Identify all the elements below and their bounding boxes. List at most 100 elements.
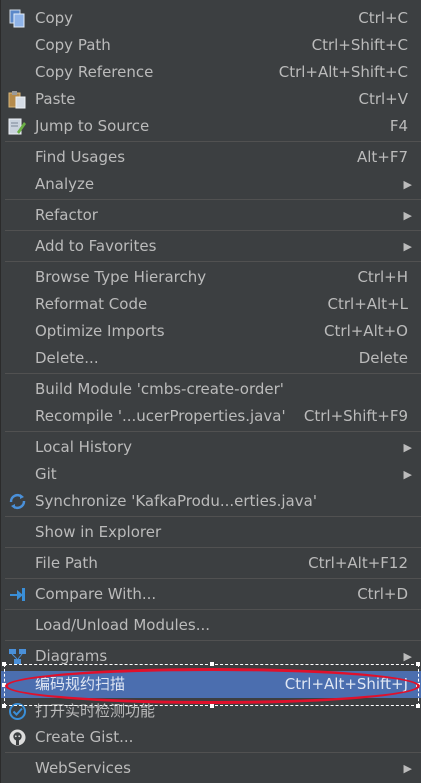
selection-handle <box>2 662 6 666</box>
menu-separator <box>5 640 421 641</box>
menu-item-shortcut: Ctrl+C <box>358 9 408 27</box>
edit-source-icon <box>8 118 26 135</box>
menu-item-webservices[interactable]: WebServices ▶ <box>1 755 421 782</box>
selection-handle <box>2 683 6 687</box>
menu-item-label: Browse Type Hierarchy <box>35 268 207 286</box>
diagram-icon <box>9 649 26 664</box>
menu-item-add-to-favorites[interactable]: Add to Favorites ▶ <box>1 233 421 260</box>
menu-item-git[interactable]: Git ▶ <box>1 461 421 488</box>
menu-separator <box>5 752 421 753</box>
menu-item-copy[interactable]: Copy Ctrl+C <box>1 5 421 32</box>
menu-item-realtime-check[interactable]: 打开实时检测功能 <box>1 698 421 725</box>
menu-item-label: Refactor <box>35 206 98 224</box>
menu-item-label: Reformat Code <box>35 295 148 313</box>
menu-item-label: Create Gist... <box>35 728 134 746</box>
menu-separator <box>5 516 421 517</box>
menu-item-synchronize[interactable]: Synchronize 'KafkaProdu...erties.java' <box>1 488 421 515</box>
menu-item-jump-to-source[interactable]: Jump to Source F4 <box>1 113 421 140</box>
menu-item-shortcut: Alt+F7 <box>356 148 408 166</box>
realtime-check-icon <box>9 703 26 720</box>
submenu-arrow-icon: ▶ <box>403 650 412 663</box>
submenu-arrow-icon: ▶ <box>403 209 412 222</box>
menu-item-shortcut: Ctrl+Shift+C <box>311 36 408 54</box>
submenu-arrow-icon: ▶ <box>403 468 412 481</box>
selection-handle <box>416 704 420 708</box>
paste-icon <box>8 91 26 109</box>
menu-item-label: Local History <box>35 438 133 456</box>
menu-item-optimize-imports[interactable]: Optimize Imports Ctrl+Alt+O <box>1 318 421 345</box>
menu-item-browse-type-hierarchy[interactable]: Browse Type Hierarchy Ctrl+H <box>1 264 421 291</box>
copy-icon <box>9 9 25 28</box>
compare-icon <box>10 588 25 601</box>
menu-item-label: Diagrams <box>35 647 108 665</box>
context-menu: Copy Ctrl+C Copy Path Ctrl+Shift+C Copy … <box>0 0 421 783</box>
menu-item-label: Copy <box>35 9 74 27</box>
menu-item-label: Delete... <box>35 349 99 367</box>
menu-separator <box>5 578 421 579</box>
menu-item-shortcut: Ctrl+Alt+F12 <box>308 554 408 572</box>
menu-item-label: Analyze <box>35 175 95 193</box>
menu-separator <box>5 261 421 262</box>
menu-separator <box>5 373 421 374</box>
menu-item-label: WebServices <box>35 759 131 777</box>
sync-icon <box>9 493 26 510</box>
menu-item-label: Jump to Source <box>35 117 150 135</box>
submenu-arrow-icon: ▶ <box>403 441 412 454</box>
submenu-arrow-icon: ▶ <box>403 178 412 191</box>
menu-item-label: Copy Path <box>35 36 111 54</box>
menu-item-shortcut: Ctrl+D <box>357 585 408 603</box>
menu-item-shortcut: Ctrl+V <box>358 90 408 108</box>
menu-item-label: Copy Reference <box>35 63 154 81</box>
menu-item-local-history[interactable]: Local History ▶ <box>1 434 421 461</box>
menu-separator <box>5 199 421 200</box>
selection-handle <box>210 704 214 708</box>
menu-item-load-unload-modules[interactable]: Load/Unload Modules... <box>1 612 421 639</box>
menu-item-recompile[interactable]: Recompile '...ucerProperties.java' Ctrl+… <box>1 403 421 430</box>
menu-separator <box>5 141 421 142</box>
menu-item-label: Add to Favorites <box>35 237 157 255</box>
menu-item-create-gist[interactable]: Create Gist... <box>1 724 421 751</box>
menu-separator <box>5 609 421 610</box>
menu-item-shortcut: Ctrl+Alt+L <box>327 295 409 313</box>
menu-item-shortcut: Ctrl+Alt+O <box>324 322 408 340</box>
menu-separator <box>5 230 421 231</box>
submenu-arrow-icon: ▶ <box>403 762 412 775</box>
menu-item-label: Optimize Imports <box>35 322 165 340</box>
menu-item-refactor[interactable]: Refactor ▶ <box>1 202 421 229</box>
menu-item-label: Synchronize 'KafkaProdu...erties.java' <box>35 492 317 510</box>
menu-item-label: Find Usages <box>35 148 126 166</box>
menu-item-paste[interactable]: Paste Ctrl+V <box>1 86 421 113</box>
menu-item-shortcut: Ctrl+Shift+F9 <box>303 407 408 425</box>
submenu-arrow-icon: ▶ <box>403 240 412 253</box>
menu-item-label: Show in Explorer <box>35 523 162 541</box>
menu-item-show-in-explorer[interactable]: Show in Explorer <box>1 519 421 546</box>
menu-item-shortcut: F4 <box>389 117 408 135</box>
menu-item-shortcut: Ctrl+Alt+Shift+C <box>278 63 408 81</box>
menu-item-copy-reference[interactable]: Copy Reference Ctrl+Alt+Shift+C <box>1 59 421 86</box>
menu-item-label: 编码规约扫描 <box>35 675 126 693</box>
menu-item-label: Recompile '...ucerProperties.java' <box>35 407 286 425</box>
menu-item-build-module[interactable]: Build Module 'cmbs-create-order' <box>1 376 421 403</box>
menu-item-code-scan[interactable]: 编码规约扫描 Ctrl+Alt+Shift+J <box>1 671 421 698</box>
github-icon <box>9 729 26 746</box>
selection-handle <box>416 662 420 666</box>
menu-item-label: 打开实时检测功能 <box>35 702 156 720</box>
selection-handle <box>2 704 6 708</box>
menu-item-find-usages[interactable]: Find Usages Alt+F7 <box>1 144 421 171</box>
menu-item-label: Compare With... <box>35 585 157 603</box>
menu-item-compare-with[interactable]: Compare With... Ctrl+D <box>1 581 421 608</box>
menu-item-label: File Path <box>35 554 98 572</box>
menu-item-label: Paste <box>35 90 76 108</box>
menu-separator <box>5 547 421 548</box>
menu-item-copy-path[interactable]: Copy Path Ctrl+Shift+C <box>1 32 421 59</box>
menu-item-label: Build Module 'cmbs-create-order' <box>35 380 284 398</box>
menu-item-delete[interactable]: Delete... Delete <box>1 345 421 372</box>
menu-item-analyze[interactable]: Analyze ▶ <box>1 171 421 198</box>
menu-item-shortcut: Ctrl+H <box>357 268 408 286</box>
menu-item-shortcut: Ctrl+Alt+Shift+J <box>284 675 408 693</box>
menu-item-reformat-code[interactable]: Reformat Code Ctrl+Alt+L <box>1 291 421 318</box>
menu-item-shortcut: Delete <box>358 349 408 367</box>
menu-separator <box>5 431 421 432</box>
selection-handle <box>416 683 420 687</box>
menu-item-file-path[interactable]: File Path Ctrl+Alt+F12 <box>1 550 421 577</box>
